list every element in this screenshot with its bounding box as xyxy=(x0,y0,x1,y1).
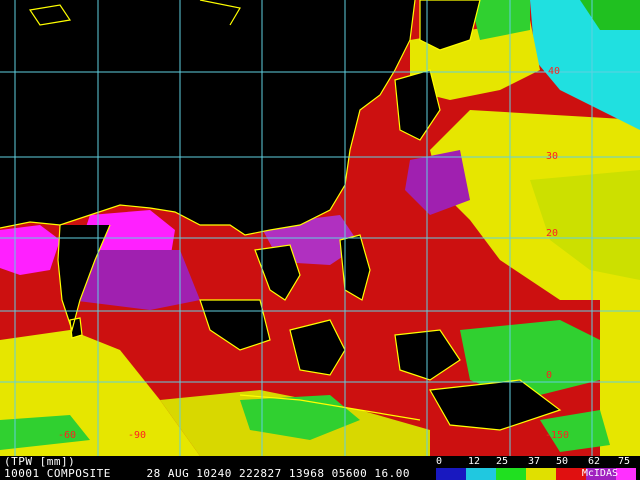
colorbar-segment-7 xyxy=(616,468,636,480)
colorbar-segment-4 xyxy=(526,468,556,480)
colorbar-segment-1 xyxy=(436,468,466,480)
colorbar-label-0: 0 xyxy=(436,456,443,467)
colorbar-label-50: 50 xyxy=(556,456,569,467)
lon-label-90: -90 xyxy=(128,430,147,441)
mcidas-logo: McIDAS xyxy=(581,468,618,479)
lat-label-20: 20 xyxy=(546,228,559,239)
colorbar-label-62: 62 xyxy=(588,456,601,467)
lon-label-60: -60 xyxy=(58,430,77,441)
image-info: 10001 COMPOSITE 28 AUG 10240 222827 1396… xyxy=(4,467,410,480)
lat-label-30: 30 xyxy=(546,151,559,162)
colorbar: 0 12 25 37 50 62 75 McIDAS xyxy=(432,456,640,480)
satellite-map: 40 30 20 0 -60 -90 -150 xyxy=(0,0,640,480)
colorbar-label-12: 12 xyxy=(468,456,481,467)
colorbar-segment-3 xyxy=(496,468,526,480)
lon-label-150: -150 xyxy=(545,430,570,441)
lat-label-40: 40 xyxy=(548,66,561,77)
tpw-image xyxy=(0,0,640,456)
colorbar-segment-2 xyxy=(466,468,496,480)
colorbar-label-37: 37 xyxy=(528,456,541,467)
colorbar-label-75: 75 xyxy=(618,456,631,467)
colorbar-label-25: 25 xyxy=(496,456,509,467)
lat-label-0: 0 xyxy=(546,370,553,381)
